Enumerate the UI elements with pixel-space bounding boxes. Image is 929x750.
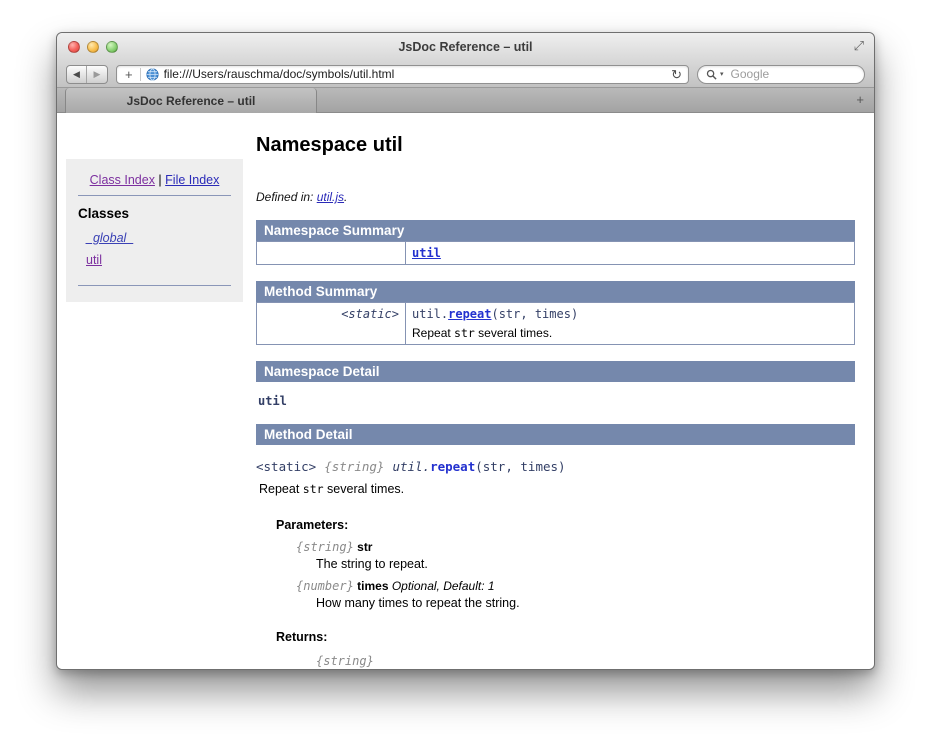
namespace-detail-code: util	[258, 394, 287, 408]
file-index-link[interactable]: File Index	[165, 173, 219, 187]
method-summary-table: <static> util.repeat(str, times) Repeat …	[256, 302, 855, 345]
url-text[interactable]: file:///Users/rauschma/doc/symbols/util.…	[164, 67, 663, 81]
namespace-util-link[interactable]: util	[412, 246, 441, 260]
attributes-cell	[256, 241, 406, 265]
namespace-cell: util	[405, 241, 855, 265]
repeat-method-link[interactable]: repeat	[448, 307, 491, 321]
sig-args: (str, times)	[475, 459, 566, 474]
param-description: How many times to repeat the string.	[316, 596, 520, 610]
tab-bar: JsDoc Reference – util +	[57, 88, 874, 113]
method-prefix: util.	[412, 307, 449, 321]
param-name: times	[357, 579, 389, 593]
param-note: Optional, Default: 1	[391, 579, 495, 593]
close-button[interactable]	[68, 41, 80, 53]
tab-label: JsDoc Reference – util	[126, 93, 256, 108]
forward-button[interactable]: ▶	[87, 66, 107, 83]
method-cell: util.repeat(str, times) Repeat str sever…	[405, 302, 855, 345]
sig-return-type: {string}	[324, 459, 385, 474]
method-args: (str, times)	[491, 307, 579, 321]
divider	[139, 67, 141, 81]
back-button[interactable]: ◀	[67, 65, 87, 83]
desc-post: several times.	[474, 326, 553, 340]
reload-icon[interactable]: ↻	[667, 68, 682, 81]
class-index-link[interactable]: Class Index	[90, 173, 155, 187]
desc-code: str	[302, 482, 324, 496]
list-item: _global_	[86, 231, 231, 245]
defined-in-suffix: .	[344, 190, 348, 204]
returns-type: {string}	[316, 654, 374, 668]
minimize-button[interactable]	[87, 41, 99, 53]
globe-icon	[146, 67, 159, 81]
search-icon	[706, 69, 717, 80]
sig-namespace: util.	[392, 459, 431, 474]
desc-pre: Repeat	[412, 326, 455, 340]
sidebar-divider-bottom	[78, 285, 231, 286]
page-title: Namespace util	[256, 134, 403, 156]
page-content: Class Index | File Index Classes _global…	[57, 114, 874, 669]
window-title: JsDoc Reference – util	[398, 40, 533, 54]
main-content: Namespace util Defined in: util.js. Name…	[256, 114, 855, 669]
browser-window: JsDoc Reference – util ⤢ ◀ ▶ + file:///U…	[56, 32, 875, 670]
desc-pre: Repeat	[259, 482, 303, 496]
desc-post: several times.	[323, 482, 405, 496]
index-links: Class Index | File Index	[78, 171, 231, 195]
sidebar: Class Index | File Index Classes _global…	[66, 159, 243, 302]
defined-in: Defined in: util.js.	[256, 190, 855, 204]
param-entry: {string} str	[296, 540, 855, 554]
sidebar-item-util[interactable]: util	[86, 253, 102, 267]
tab-jsdoc-reference[interactable]: JsDoc Reference – util	[65, 88, 317, 113]
search-placeholder: Google	[730, 67, 770, 81]
param-name: str	[357, 540, 373, 554]
fullscreen-icon[interactable]: ⤢	[854, 38, 864, 54]
namespace-detail-header: Namespace Detail	[256, 361, 855, 382]
address-bar[interactable]: + file:///Users/rauschma/doc/symbols/uti…	[116, 64, 689, 84]
namespace-summary-header: Namespace Summary	[256, 220, 855, 241]
zoom-button[interactable]	[106, 41, 118, 53]
method-summary-header: Method Summary	[256, 281, 855, 302]
window-controls	[68, 41, 118, 53]
param-type: {number}	[296, 579, 354, 593]
method-signature: util.repeat(str, times)	[412, 307, 848, 321]
add-bookmark-button[interactable]: +	[123, 68, 135, 81]
param-description: The string to repeat.	[316, 557, 428, 571]
sidebar-divider-top	[78, 195, 231, 196]
classes-heading: Classes	[78, 206, 130, 221]
browser-toolbar: ◀ ▶ + file:///Users/rauschma/doc/symbols…	[57, 61, 874, 88]
defined-in-link[interactable]: util.js	[317, 190, 344, 204]
sig-static: <static>	[256, 459, 317, 474]
attributes-cell: <static>	[256, 302, 406, 345]
returns-label: Returns:	[276, 630, 328, 644]
method-detail-description: Repeat str several times.	[259, 482, 855, 496]
desc-code: str	[454, 326, 475, 340]
param-entry: {number} times Optional, Default: 1	[296, 579, 855, 593]
namespace-summary-table: util	[256, 241, 855, 265]
method-detail-header: Method Detail	[256, 424, 855, 445]
search-field[interactable]: ▾ Google	[697, 64, 865, 84]
method-detail-signature: <static> {string} util.repeat(str, times)	[256, 459, 855, 474]
param-type: {string}	[296, 540, 354, 554]
nav-buttons: ◀ ▶	[66, 64, 108, 84]
table-row: <static> util.repeat(str, times) Repeat …	[256, 302, 855, 345]
search-engine-caret-icon[interactable]: ▾	[720, 70, 724, 78]
method-description: Repeat str several times.	[412, 326, 848, 340]
sidebar-item-global[interactable]: _global_	[86, 231, 133, 245]
table-row: util	[256, 241, 855, 265]
sig-method-name: repeat	[430, 459, 476, 474]
defined-in-label: Defined in:	[256, 190, 317, 204]
parameters-label: Parameters:	[276, 518, 349, 532]
new-tab-button[interactable]: +	[856, 92, 864, 107]
list-item: util	[86, 253, 231, 267]
title-bar[interactable]: JsDoc Reference – util ⤢	[57, 33, 874, 61]
index-separator: |	[154, 173, 166, 187]
